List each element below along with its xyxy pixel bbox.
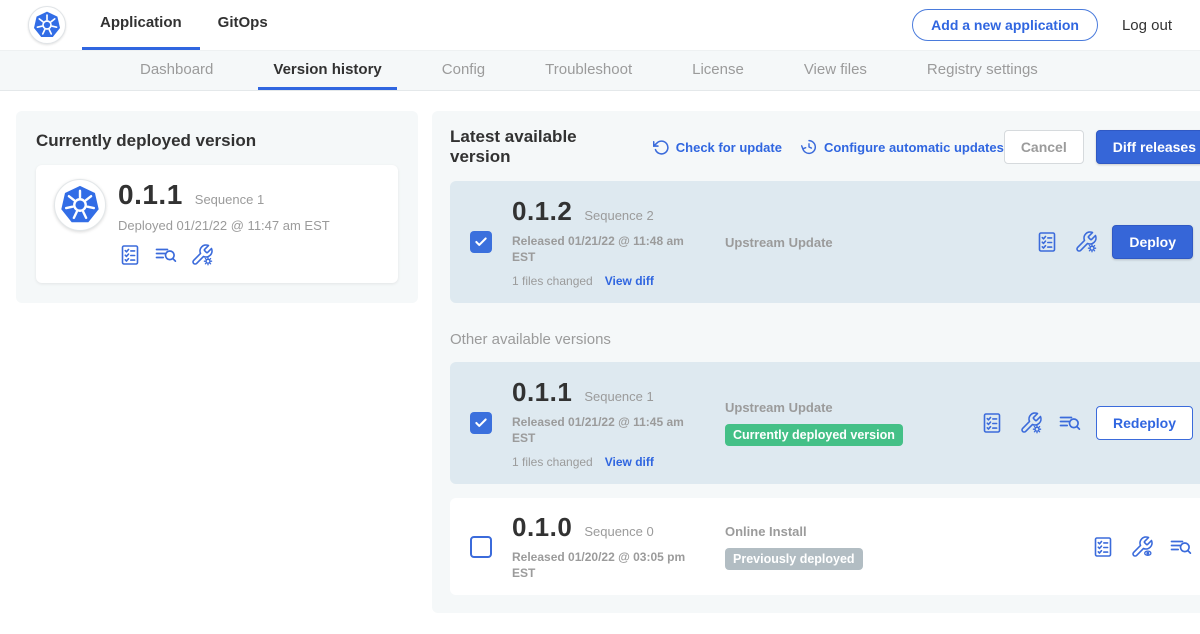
currently-deployed-badge: Currently deployed version — [725, 424, 903, 446]
preflight-checks-icon[interactable] — [1035, 230, 1059, 254]
files-changed-label: 1 files changed — [512, 274, 593, 288]
add-application-button[interactable]: Add a new application — [912, 9, 1098, 41]
schedule-update-icon — [800, 138, 818, 156]
configure-updates-button[interactable]: Configure automatic updates — [800, 138, 1004, 156]
version-info: 0.1.1 Sequence 1 Released 01/21/22 @ 11:… — [512, 377, 709, 469]
configure-updates-label: Configure automatic updates — [824, 140, 1004, 155]
released-timestamp: Released 01/20/22 @ 03:05 pm EST — [512, 549, 709, 581]
view-diff-link[interactable]: View diff — [605, 455, 654, 469]
version-history-panel: Latest available version Check for updat… — [432, 111, 1200, 613]
header-actions: Add a new application Log out — [912, 9, 1172, 41]
currently-deployed-panel: Currently deployed version — [16, 111, 418, 303]
kubernetes-logo-icon — [57, 182, 103, 228]
app-logo — [28, 6, 66, 44]
deployed-version-card: 0.1.1 Sequence 1 Deployed 01/21/22 @ 11:… — [36, 165, 398, 283]
redeploy-button[interactable]: Redeploy — [1096, 406, 1193, 440]
deploy-logs-icon[interactable] — [154, 243, 178, 267]
version-actions-icons — [980, 411, 1082, 435]
config-icon[interactable] — [1074, 230, 1098, 254]
version-number: 0.1.0 — [512, 512, 572, 543]
version-checkbox[interactable] — [470, 412, 492, 434]
preflight-checks-icon[interactable] — [118, 243, 142, 267]
subnav-troubleshoot[interactable]: Troubleshoot — [530, 51, 647, 90]
version-row-0-1-2: 0.1.2 Sequence 2 Released 01/21/22 @ 11:… — [450, 181, 1200, 303]
source-label: Upstream Update — [725, 400, 980, 415]
version-actions-icons — [1035, 230, 1098, 254]
subnav-config[interactable]: Config — [427, 51, 500, 90]
subnav-license[interactable]: License — [677, 51, 759, 90]
app-subnav: Dashboard Version history Config Trouble… — [0, 50, 1200, 91]
deployed-sequence-label: Sequence 1 — [195, 192, 264, 207]
version-number: 0.1.2 — [512, 196, 572, 227]
check-for-update-button[interactable]: Check for update — [653, 139, 782, 156]
version-checkbox[interactable] — [470, 231, 492, 253]
version-info: 0.1.0 Sequence 0 Released 01/20/22 @ 03:… — [512, 512, 709, 581]
logout-button[interactable]: Log out — [1122, 17, 1172, 34]
version-checkbox[interactable] — [470, 536, 492, 558]
files-changed-label: 1 files changed — [512, 455, 593, 469]
previously-deployed-badge: Previously deployed — [725, 548, 863, 570]
version-source: Upstream Update Currently deployed versi… — [725, 400, 980, 446]
app-icon-badge — [54, 179, 106, 231]
preflight-checks-icon[interactable] — [980, 411, 1004, 435]
kubernetes-logo-icon — [31, 9, 63, 41]
config-icon[interactable] — [190, 243, 214, 267]
subnav-version-history[interactable]: Version history — [258, 51, 396, 90]
currently-deployed-title: Currently deployed version — [36, 131, 398, 151]
header-tabs: Application GitOps — [82, 0, 286, 50]
sequence-label: Sequence 1 — [584, 389, 653, 404]
latest-version-header: Latest available version Check for updat… — [450, 127, 1200, 167]
version-info: 0.1.2 Sequence 2 Released 01/21/22 @ 11:… — [512, 196, 709, 288]
config-icon[interactable] — [1019, 411, 1043, 435]
view-config-icon[interactable] — [1130, 535, 1154, 559]
sequence-label: Sequence 2 — [584, 208, 653, 223]
subnav-dashboard[interactable]: Dashboard — [125, 51, 228, 90]
version-actions-icons — [1091, 535, 1193, 559]
top-header: Application GitOps Add a new application… — [0, 0, 1200, 50]
subnav-view-files[interactable]: View files — [789, 51, 882, 90]
cancel-button[interactable]: Cancel — [1004, 130, 1084, 164]
source-label: Online Install — [725, 524, 980, 539]
main-content: Currently deployed version — [0, 91, 1200, 613]
subnav-registry-settings[interactable]: Registry settings — [912, 51, 1053, 90]
preflight-checks-icon[interactable] — [1091, 535, 1115, 559]
released-timestamp: Released 01/21/22 @ 11:45 am EST — [512, 414, 709, 446]
deploy-button[interactable]: Deploy — [1112, 225, 1193, 259]
diff-releases-button[interactable]: Diff releases — [1096, 130, 1200, 164]
tab-application[interactable]: Application — [82, 0, 200, 50]
check-for-update-label: Check for update — [676, 140, 782, 155]
deployed-version-number: 0.1.1 — [118, 179, 183, 211]
latest-version-title: Latest available version — [450, 127, 635, 167]
version-row-0-1-1: 0.1.1 Sequence 1 Released 01/21/22 @ 11:… — [450, 362, 1200, 484]
source-label: Upstream Update — [725, 235, 980, 250]
version-row-0-1-0: 0.1.0 Sequence 0 Released 01/20/22 @ 03:… — [450, 498, 1200, 595]
deploy-logs-icon[interactable] — [1169, 535, 1193, 559]
released-timestamp: Released 01/21/22 @ 11:48 am EST — [512, 233, 709, 265]
deploy-logs-icon[interactable] — [1058, 411, 1082, 435]
deployed-timestamp: Deployed 01/21/22 @ 11:47 am EST — [118, 218, 330, 233]
view-diff-link[interactable]: View diff — [605, 274, 654, 288]
other-versions-heading: Other available versions — [450, 331, 1200, 348]
version-source: Upstream Update — [725, 235, 980, 250]
deployed-version-info: 0.1.1 Sequence 1 Deployed 01/21/22 @ 11:… — [118, 179, 330, 267]
refresh-icon — [653, 139, 670, 156]
tab-gitops[interactable]: GitOps — [200, 0, 286, 47]
sequence-label: Sequence 0 — [584, 524, 653, 539]
version-number: 0.1.1 — [512, 377, 572, 408]
version-source: Online Install Previously deployed — [725, 524, 980, 570]
